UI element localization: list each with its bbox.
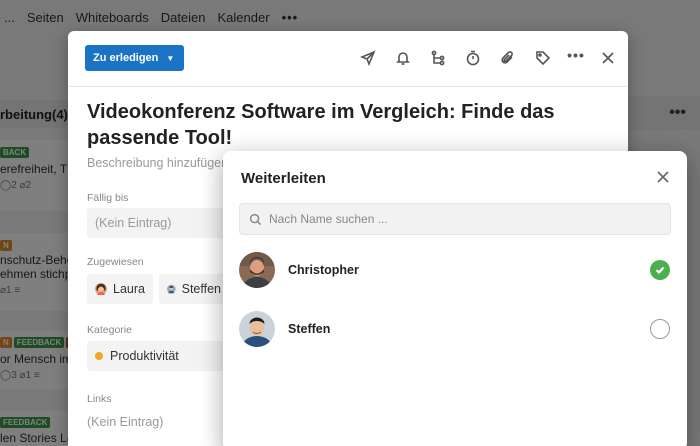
more-icon[interactable]: •••	[566, 45, 586, 65]
avatar	[239, 252, 275, 288]
search-icon	[249, 213, 262, 225]
avatar	[239, 311, 275, 347]
avatar	[167, 284, 176, 294]
assignee-chip-laura[interactable]: Laura	[87, 274, 153, 304]
forward-dialog: Weiterleiten Christopher	[223, 151, 687, 446]
send-icon[interactable]	[358, 48, 378, 68]
category-dot-icon	[95, 352, 103, 360]
forward-title: Weiterleiten	[241, 170, 326, 187]
close-icon[interactable]	[655, 169, 671, 185]
category-label: Kategorie	[87, 324, 132, 336]
search-input[interactable]	[269, 212, 649, 226]
tag-icon[interactable]	[533, 48, 553, 68]
assignee-name: Steffen	[181, 282, 221, 296]
status-label: Zu erledigen	[93, 52, 159, 64]
task-title[interactable]: Videokonferenz Software im Vergleich: Fi…	[87, 99, 557, 151]
assigned-label: Zugewiesen	[87, 256, 144, 268]
status-dropdown-button[interactable]: Zu erledigen ▼	[85, 45, 185, 71]
description-placeholder[interactable]: Beschreibung hinzufügen	[87, 156, 228, 170]
assignee-chip-steffen[interactable]: Steffen	[159, 274, 229, 304]
flow-icon[interactable]	[428, 48, 448, 68]
chevron-down-icon: ▼	[166, 53, 175, 63]
search-field[interactable]	[239, 203, 671, 235]
paperclip-icon[interactable]	[498, 48, 518, 68]
due-label: Fällig bis	[87, 192, 129, 204]
timer-icon[interactable]	[463, 48, 483, 68]
due-value: (Kein Eintrag)	[95, 216, 172, 230]
bell-icon[interactable]	[393, 48, 413, 68]
links-label: Links	[87, 393, 112, 405]
person-row-christopher[interactable]: Christopher	[239, 248, 671, 292]
person-name: Steffen	[288, 322, 331, 336]
links-value[interactable]: (Kein Eintrag)	[87, 415, 163, 429]
assignee-name: Laura	[113, 282, 145, 296]
checkmark-icon[interactable]	[650, 260, 670, 280]
person-name: Christopher	[288, 263, 359, 277]
person-row-steffen[interactable]: Steffen	[239, 307, 671, 351]
avatar	[95, 282, 108, 296]
task-toolbar: Zu erledigen ▼ •••	[68, 31, 628, 87]
category-value: Produktivität	[110, 349, 179, 363]
close-icon[interactable]	[598, 48, 618, 68]
unchecked-circle-icon[interactable]	[650, 319, 670, 339]
